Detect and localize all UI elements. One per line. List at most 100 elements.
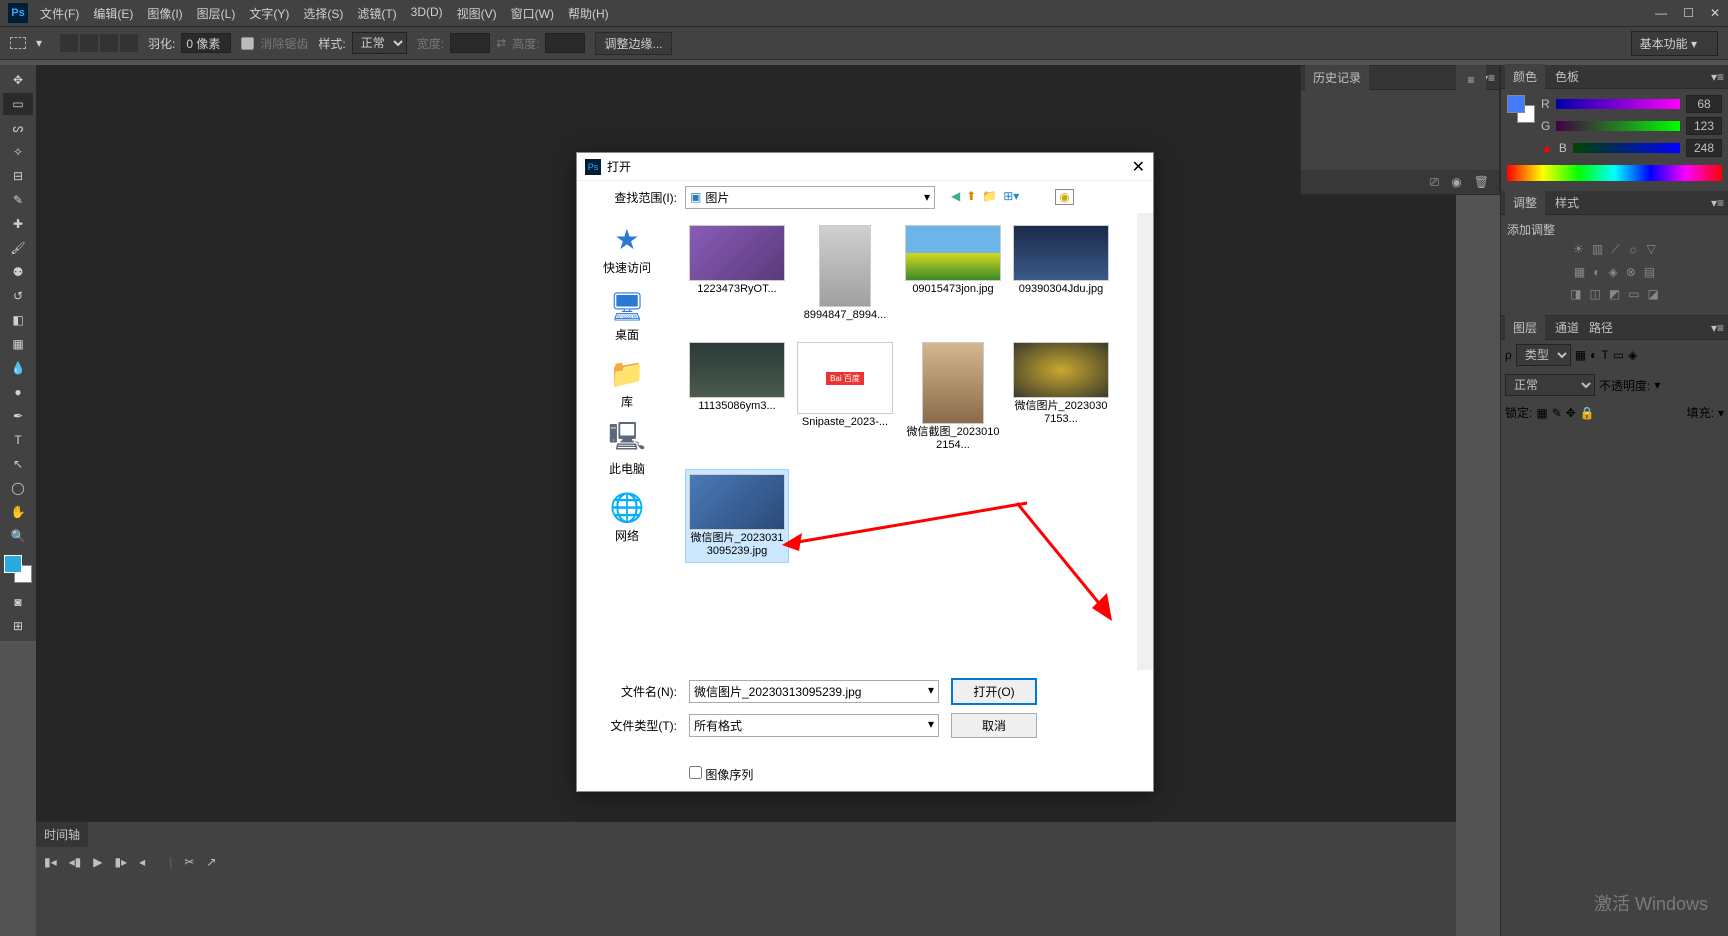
open-button[interactable]: 打开(O) — [951, 678, 1037, 705]
up-icon[interactable]: ⬆ — [966, 189, 976, 205]
exposure-icon[interactable]: ☼ — [1628, 242, 1639, 257]
brush-tool-icon[interactable]: 🖌 — [3, 237, 33, 259]
minimize-icon[interactable]: — — [1655, 6, 1667, 20]
hand-tool-icon[interactable]: ✋ — [3, 501, 33, 523]
invert-icon[interactable]: ◨ — [1570, 287, 1581, 301]
filter-text-icon[interactable]: T — [1601, 348, 1608, 362]
layer-kind-select[interactable]: 类型 — [1516, 344, 1571, 366]
filetype-combo[interactable]: 所有格式▾ — [689, 714, 939, 737]
menu-filter[interactable]: 滤镜(T) — [357, 5, 396, 22]
menu-layer[interactable]: 图层(L) — [197, 5, 236, 22]
opacity-menu-icon[interactable]: ▾ — [1654, 378, 1660, 392]
file-item[interactable]: 微信截图_20230102154... — [901, 338, 1005, 456]
scissors-icon[interactable]: ✂ — [184, 855, 194, 869]
swatches-tab[interactable]: 色板 — [1555, 68, 1579, 85]
menu-3d[interactable]: 3D(D) — [411, 5, 443, 22]
refine-edge-button[interactable]: 调整边缘... — [595, 32, 671, 55]
history-brush-tool-icon[interactable]: ↺ — [3, 285, 33, 307]
prev-frame-icon[interactable]: ◂▮ — [69, 855, 82, 869]
threshold-icon[interactable]: ◩ — [1609, 287, 1620, 301]
cancel-button[interactable]: 取消 — [951, 713, 1037, 738]
pen-tool-icon[interactable]: ✒ — [3, 405, 33, 427]
lock-icon[interactable]: 🔒 — [1580, 406, 1595, 420]
file-item[interactable]: Bai 百度Snipaste_2023-... — [793, 338, 897, 456]
shape-tool-icon[interactable]: ◯ — [3, 477, 33, 499]
filter-smart-icon[interactable]: ◈ — [1628, 348, 1637, 362]
r-value[interactable]: 68 — [1686, 95, 1722, 113]
dialog-close-icon[interactable]: ✕ — [1132, 157, 1145, 177]
brightness-icon[interactable]: ☀ — [1573, 242, 1584, 257]
eyedropper-tool-icon[interactable]: ✎ — [3, 189, 33, 211]
g-slider[interactable] — [1556, 121, 1680, 131]
gradient-tool-icon[interactable]: ▦ — [3, 333, 33, 355]
r-slider[interactable] — [1556, 99, 1680, 109]
levels-icon[interactable]: ▥ — [1592, 242, 1603, 257]
screenmode-tool-icon[interactable]: ⊞ — [3, 615, 33, 637]
filename-combo[interactable]: 微信图片_20230313095239.jpg▾ — [689, 680, 939, 703]
lookin-combo[interactable]: ▣ 图片 ▾ — [685, 186, 935, 209]
filter-icon[interactable]: ◈ — [1608, 265, 1617, 279]
curves-icon[interactable]: ⟋ — [1611, 242, 1619, 257]
selection-subtract-icon[interactable] — [100, 34, 118, 52]
panel-menu-icon[interactable]: ▾≡ — [1711, 196, 1724, 210]
channels-tab[interactable]: 通道 — [1555, 319, 1579, 336]
sidebar-quickaccess[interactable]: ★ 快速访问 — [603, 221, 651, 276]
menu-help[interactable]: 帮助(H) — [568, 5, 609, 22]
text-tool-icon[interactable]: T — [3, 429, 33, 451]
menu-file[interactable]: 文件(F) — [40, 5, 79, 22]
g-value[interactable]: 123 — [1686, 117, 1722, 135]
layers-tab[interactable]: 图层 — [1505, 315, 1545, 340]
style-select[interactable]: 正常 — [352, 32, 407, 54]
filter-adjust-icon[interactable]: ◐ — [1590, 348, 1597, 362]
file-item[interactable]: 11135086ym3... — [685, 338, 789, 456]
foreground-color-swatch[interactable] — [4, 555, 22, 573]
lock-move-icon[interactable]: ✥ — [1566, 406, 1576, 420]
hue-icon[interactable]: ▦ — [1574, 265, 1585, 279]
file-item-selected[interactable]: 微信图片_20230313095239.jpg — [685, 469, 789, 563]
selective-icon[interactable]: ◪ — [1648, 287, 1659, 301]
sidebar-desktop[interactable]: 🖥 桌面 — [609, 288, 645, 343]
clone-stamp-tool-icon[interactable]: ⚉ — [3, 261, 33, 283]
history-snapshot-icon[interactable]: ⎚ — [1430, 175, 1440, 190]
healing-brush-tool-icon[interactable]: ✚ — [3, 213, 33, 235]
lasso-tool-icon[interactable]: ᔕ — [3, 117, 33, 139]
move-tool-icon[interactable]: ✥ — [3, 69, 33, 91]
menu-edit[interactable]: 编辑(E) — [93, 5, 133, 22]
bw-icon[interactable]: ◐ — [1593, 265, 1600, 279]
b-value[interactable]: 248 — [1686, 139, 1722, 157]
filter-pixel-icon[interactable]: ▦ — [1575, 348, 1586, 362]
posterize-icon[interactable]: ◫ — [1589, 287, 1600, 301]
adjustments-tab[interactable]: 调整 — [1505, 190, 1545, 215]
menu-view[interactable]: 视图(V) — [457, 5, 497, 22]
marquee-tool-icon[interactable] — [10, 37, 26, 49]
mini-panel-icon[interactable]: ≡ — [1456, 65, 1486, 95]
history-trash-icon[interactable]: 🗑 — [1474, 175, 1489, 189]
blur-tool-icon[interactable]: 💧 — [3, 357, 33, 379]
eraser-tool-icon[interactable]: ◧ — [3, 309, 33, 331]
mixer-icon[interactable]: ⊗ — [1626, 265, 1636, 279]
play-icon[interactable]: ▶ — [93, 855, 102, 869]
image-sequence-checkbox[interactable]: 图像序列 — [689, 766, 753, 783]
panel-menu-icon[interactable]: ▾≡ — [1711, 70, 1724, 84]
file-item[interactable]: 微信图片_20230307153... — [1009, 338, 1113, 456]
transition-icon[interactable]: ↗ — [206, 855, 216, 869]
sidebar-network[interactable]: 🌐 网络 — [609, 489, 645, 544]
crop-tool-icon[interactable]: ⊟ — [3, 165, 33, 187]
timeline-tab[interactable]: 时间轴 — [36, 822, 88, 847]
next-frame-icon[interactable]: ▮▸ — [115, 855, 128, 869]
filter-shape-icon[interactable]: ▭ — [1613, 348, 1624, 362]
menu-window[interactable]: 窗口(W) — [511, 5, 554, 22]
quickmask-tool-icon[interactable]: ◙ — [3, 591, 33, 613]
close-icon[interactable]: ✕ — [1710, 6, 1720, 20]
magic-wand-tool-icon[interactable]: ✧ — [3, 141, 33, 163]
selection-add-icon[interactable] — [80, 34, 98, 52]
color-swatches[interactable] — [4, 555, 32, 583]
lock-paint-icon[interactable]: ✎ — [1552, 406, 1562, 420]
file-item[interactable]: 1223473RyOT... — [685, 221, 789, 326]
vibrance-icon[interactable]: ▽ — [1647, 242, 1656, 257]
menu-select[interactable]: 选择(S) — [303, 5, 343, 22]
file-item[interactable]: 09390304Jdu.jpg — [1009, 221, 1113, 326]
menu-image[interactable]: 图像(I) — [147, 5, 182, 22]
workspace-select[interactable]: 基本功能 ▾ — [1631, 31, 1718, 56]
color-spectrum[interactable] — [1507, 165, 1722, 181]
